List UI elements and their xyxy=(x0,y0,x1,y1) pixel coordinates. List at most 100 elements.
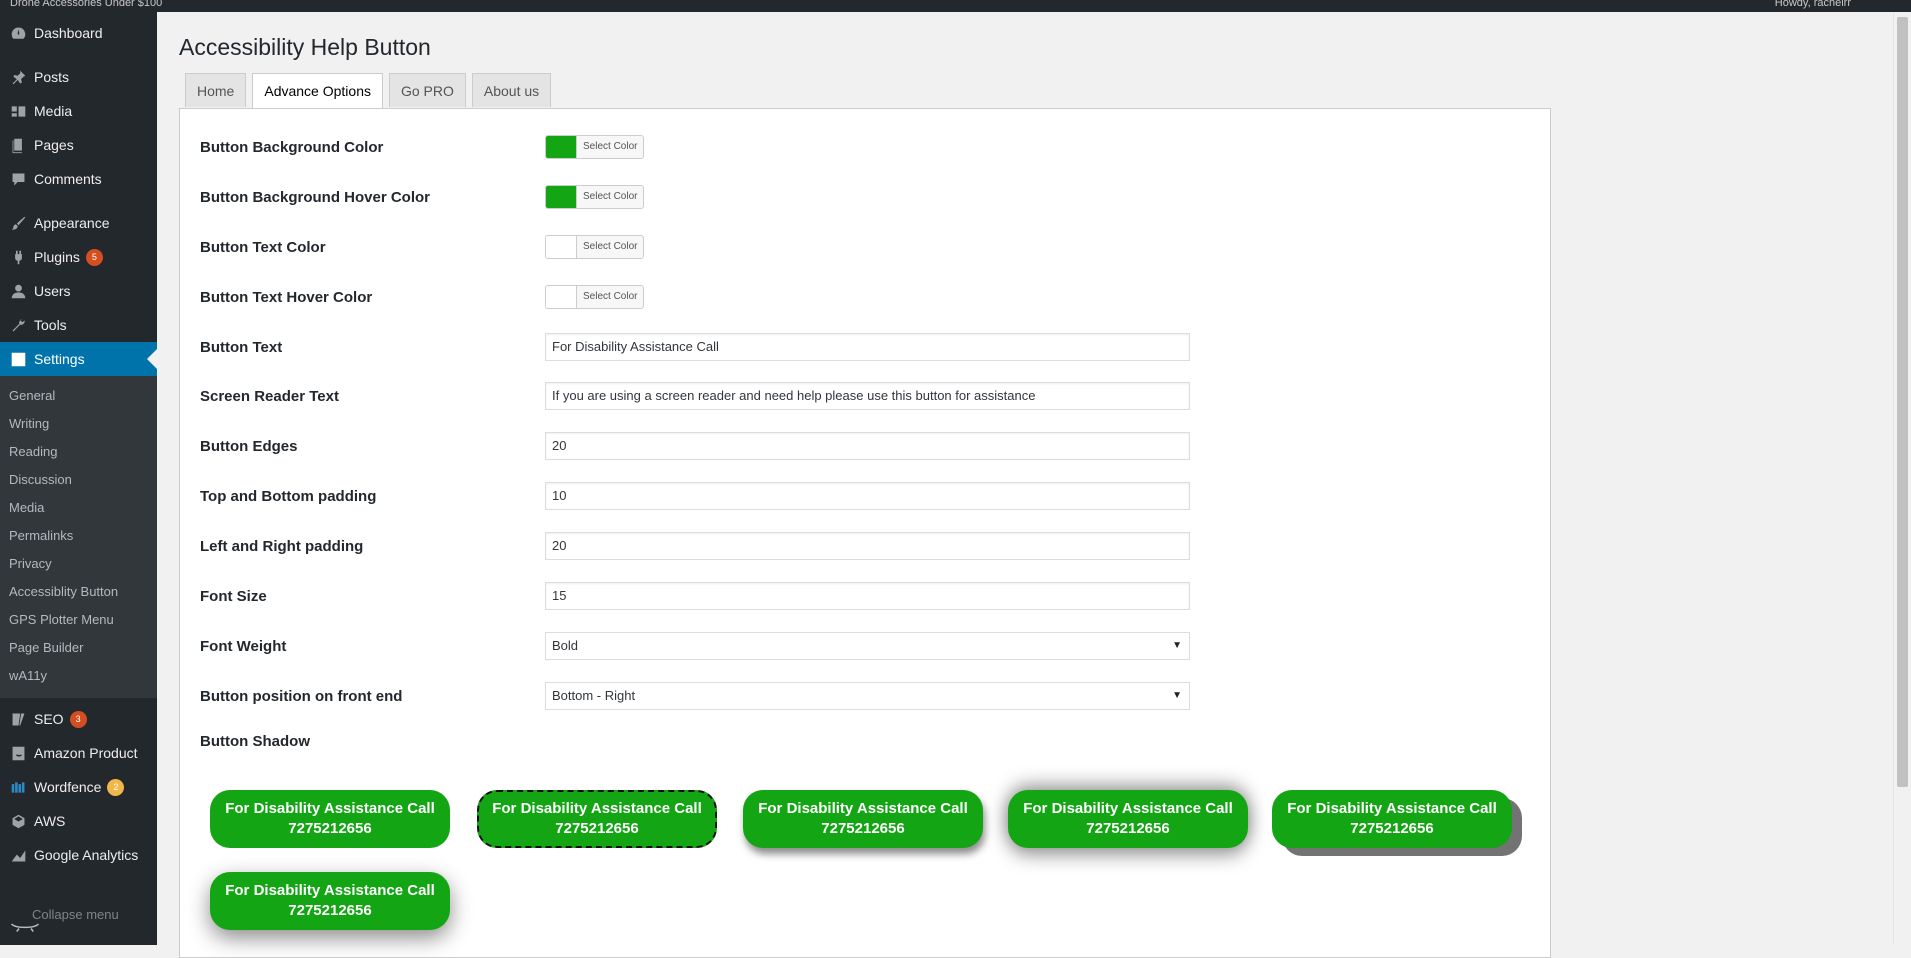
bg-color-picker[interactable]: Select Color xyxy=(545,135,645,159)
row-font-weight: Font Weight Bold ▼ xyxy=(200,628,1190,664)
howdy-user[interactable]: Howdy, rachelrr xyxy=(1775,0,1851,9)
submenu-reading[interactable]: Reading xyxy=(0,438,157,466)
page-scrollbar[interactable] xyxy=(1893,12,1911,945)
select-value: Bold xyxy=(552,638,579,653)
menu-media[interactable]: Media xyxy=(0,94,157,128)
collapse-menu-button[interactable]: Collapse menu xyxy=(0,907,157,945)
tb-padding-input[interactable]: 10 xyxy=(545,482,1190,510)
select-value: Bottom - Right xyxy=(552,688,636,703)
button-edges-input[interactable]: 20 xyxy=(545,432,1190,460)
shadow-option-4[interactable]: For Disability Assistance Call 727521265… xyxy=(1008,790,1248,848)
submenu-writing[interactable]: Writing xyxy=(0,410,157,438)
preview-line2: 7275212656 xyxy=(1086,820,1170,837)
settings-submenu: General Writing Reading Discussion Media… xyxy=(0,376,157,698)
scrollbar-thumb[interactable] xyxy=(1897,17,1908,787)
pages-icon xyxy=(8,135,28,155)
shadow-option-6[interactable]: For Disability Assistance Call 727521265… xyxy=(210,872,450,930)
menu-label: Google Analytics xyxy=(34,847,139,863)
menu-label: Amazon Product xyxy=(34,745,138,761)
wrench-icon xyxy=(8,315,28,335)
submenu-privacy[interactable]: Privacy xyxy=(0,550,157,578)
menu-dashboard[interactable]: Dashboard xyxy=(0,16,157,50)
button-text-input[interactable]: For Disability Assistance Call xyxy=(545,333,1190,361)
menu-google-analytics[interactable]: Google Analytics xyxy=(0,838,157,872)
analytics-icon xyxy=(8,845,28,865)
preview-line2: 7275212656 xyxy=(1350,820,1434,837)
submenu-media[interactable]: Media xyxy=(0,494,157,522)
menu-pages[interactable]: Pages xyxy=(0,128,157,162)
select-color-label: Select Color xyxy=(583,141,638,152)
row-tb-padding: Top and Bottom padding 10 xyxy=(200,478,1190,514)
screen-reader-text-input[interactable]: If you are using a screen reader and nee… xyxy=(545,382,1190,410)
menu-appearance[interactable]: Appearance xyxy=(0,206,157,240)
menu-seo[interactable]: SEO 3 xyxy=(0,702,157,736)
pushpin-icon xyxy=(8,67,28,87)
tab-about-us[interactable]: About us xyxy=(471,73,552,107)
menu-aws[interactable]: AWS xyxy=(0,804,157,838)
field-label: Button Text Hover Color xyxy=(200,288,373,306)
field-label: Top and Bottom padding xyxy=(200,487,377,505)
menu-wordfence[interactable]: Wordfence 2 xyxy=(0,770,157,804)
field-label: Font Size xyxy=(200,587,267,605)
tab-home[interactable]: Home xyxy=(185,73,247,107)
shadow-option-5[interactable]: For Disability Assistance Call 727521265… xyxy=(1272,790,1512,848)
menu-label: Comments xyxy=(34,171,102,187)
field-label: Font Weight xyxy=(200,637,287,655)
select-color-label: Select Color xyxy=(583,191,638,202)
field-label: Button Background Hover Color xyxy=(200,188,431,206)
tab-go-pro[interactable]: Go PRO xyxy=(388,73,466,107)
settings-panel: Button Background Color Select Color But… xyxy=(179,108,1551,958)
shadow-option-3[interactable]: For Disability Assistance Call 727521265… xyxy=(743,790,983,848)
brush-icon xyxy=(8,213,28,233)
select-color-label: Select Color xyxy=(583,291,638,302)
field-label: Screen Reader Text xyxy=(200,387,339,405)
menu-settings[interactable]: Settings xyxy=(0,342,157,376)
admin-bar: Drone Accessories Under $100 Howdy, rach… xyxy=(0,0,1911,12)
shadow-option-2[interactable]: For Disability Assistance Call 727521265… xyxy=(477,790,717,848)
menu-posts[interactable]: Posts xyxy=(0,60,157,94)
submenu-discussion[interactable]: Discussion xyxy=(0,466,157,494)
plugins-update-badge: 5 xyxy=(85,248,103,266)
submenu-accessibility-button[interactable]: Accessiblity Button xyxy=(0,578,157,606)
seo-icon xyxy=(8,709,28,729)
menu-tools[interactable]: Tools xyxy=(0,308,157,342)
preview-line2: 7275212656 xyxy=(288,820,372,837)
wordfence-icon xyxy=(8,777,28,797)
row-lr-padding: Left and Right padding 20 xyxy=(200,528,1190,564)
collapse-menu-label: Collapse menu xyxy=(32,907,119,922)
submenu-general[interactable]: General xyxy=(0,382,157,410)
shadow-option-1[interactable]: For Disability Assistance Call 727521265… xyxy=(210,790,450,848)
dashboard-icon xyxy=(8,23,28,43)
user-icon xyxy=(8,281,28,301)
row-bg-color: Button Background Color Select Color xyxy=(200,129,645,165)
preview-line1: For Disability Assistance Call xyxy=(1023,800,1233,817)
submenu-wa11y[interactable]: wA11y xyxy=(0,662,157,690)
menu-label: Wordfence xyxy=(34,779,102,795)
field-label: Left and Right padding xyxy=(200,537,364,555)
settings-icon xyxy=(8,349,28,369)
submenu-page-builder[interactable]: Page Builder xyxy=(0,634,157,662)
tab-advance-options[interactable]: Advance Options xyxy=(252,73,383,108)
field-label: Button Edges xyxy=(200,437,298,455)
field-label: Button Text xyxy=(200,338,283,356)
submenu-gps-plotter[interactable]: GPS Plotter Menu xyxy=(0,606,157,634)
menu-amazon-product[interactable]: Amazon Product xyxy=(0,736,157,770)
lr-padding-input[interactable]: 20 xyxy=(545,532,1190,560)
admin-sidebar: Dashboard Posts Media Pages Comments App… xyxy=(0,12,157,945)
text-color-picker[interactable]: Select Color xyxy=(545,235,645,259)
row-text-color: Button Text Color Select Color xyxy=(200,229,645,265)
comment-icon xyxy=(8,169,28,189)
menu-users[interactable]: Users xyxy=(0,274,157,308)
position-select[interactable]: Bottom - Right ▼ xyxy=(545,682,1190,710)
menu-comments[interactable]: Comments xyxy=(0,162,157,196)
text-hover-color-picker[interactable]: Select Color xyxy=(545,285,645,309)
site-name-link[interactable]: Drone Accessories Under $100 xyxy=(10,0,162,9)
row-font-size: Font Size 15 xyxy=(200,578,1190,614)
font-weight-select[interactable]: Bold ▼ xyxy=(545,632,1190,660)
submenu-permalinks[interactable]: Permalinks xyxy=(0,522,157,550)
row-button-edges: Button Edges 20 xyxy=(200,428,1190,464)
font-size-input[interactable]: 15 xyxy=(545,582,1190,610)
bg-hover-color-picker[interactable]: Select Color xyxy=(545,185,645,209)
row-screen-reader-text: Screen Reader Text If you are using a sc… xyxy=(200,378,1190,414)
menu-plugins[interactable]: Plugins 5 xyxy=(0,240,157,274)
